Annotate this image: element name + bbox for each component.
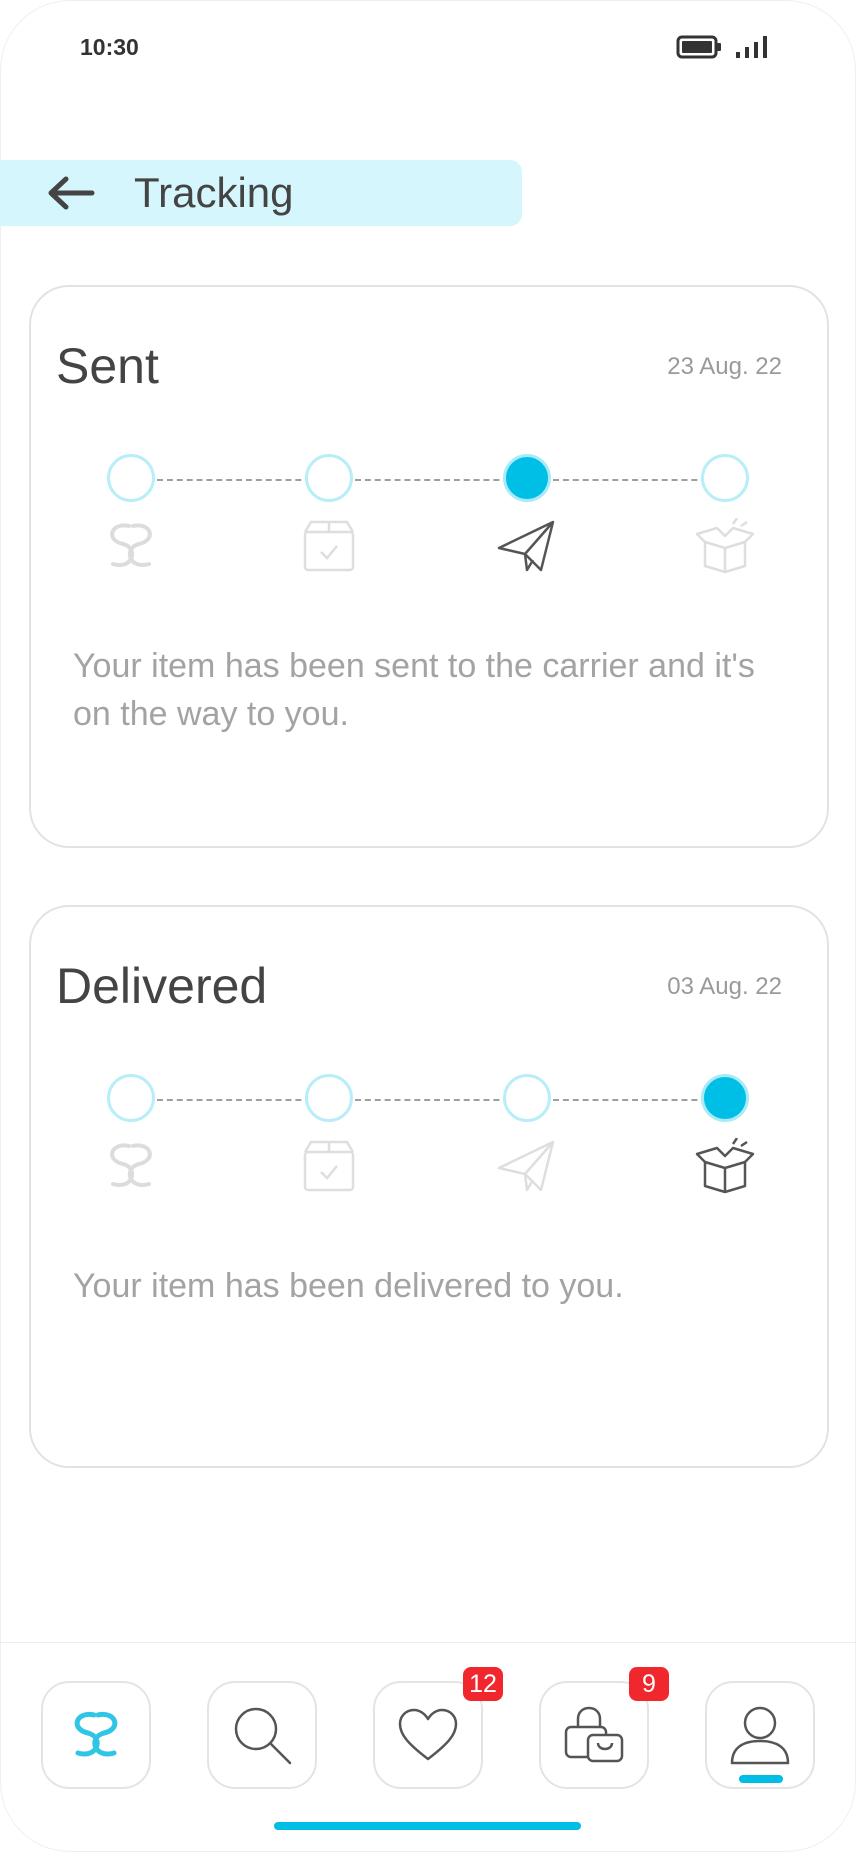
nav-home-button[interactable] xyxy=(41,1681,151,1789)
active-tab-indicator xyxy=(739,1775,783,1783)
nav-bag-button[interactable]: 9 xyxy=(539,1667,669,1789)
nav-profile-button[interactable] xyxy=(705,1681,815,1789)
card-title: Delivered xyxy=(56,958,268,1014)
card-message: Your item has been sent to the carrier a… xyxy=(73,647,755,733)
box-check-icon xyxy=(303,520,355,572)
back-arrow-icon[interactable] xyxy=(46,174,96,212)
box-check-icon xyxy=(303,1140,355,1192)
home-indicator[interactable] xyxy=(274,1822,581,1830)
step-dot-1 xyxy=(107,454,155,502)
signal-icon xyxy=(736,36,767,58)
favorites-badge: 12 xyxy=(463,1667,503,1701)
home-logo-icon xyxy=(74,1711,118,1757)
card-date: 23 Aug. 22 xyxy=(667,353,782,380)
status-time: 10:30 xyxy=(80,34,139,60)
open-box-icon xyxy=(695,1138,755,1194)
card-date: 03 Aug. 22 xyxy=(667,973,782,1000)
step-dot-4 xyxy=(701,454,749,502)
step-dot-2 xyxy=(305,454,353,502)
status-icons xyxy=(676,34,770,60)
header-bar: Tracking xyxy=(0,160,522,226)
progress-steps xyxy=(31,1072,831,1194)
logo-icon xyxy=(110,1143,152,1188)
step-dot-2 xyxy=(305,1074,353,1122)
step-dot-4-active xyxy=(701,1074,749,1122)
card-title: Sent xyxy=(56,338,159,394)
tracking-card-sent: Sent 23 Aug. 22 Your item has been sent … xyxy=(29,285,829,848)
tracking-card-delivered: Delivered 03 Aug. 22 Your item has been … xyxy=(29,905,829,1468)
logo-icon xyxy=(110,523,152,568)
open-box-icon xyxy=(695,518,755,574)
heart-icon xyxy=(398,1708,458,1761)
paper-plane-icon xyxy=(497,1140,555,1192)
profile-icon xyxy=(730,1706,790,1765)
phone-screen: 10:30 Tracking Sent 23 Aug. 22 Your item… xyxy=(0,0,856,1852)
card-message: Your item has been delivered to you. xyxy=(73,1267,624,1305)
search-icon xyxy=(234,1707,292,1765)
step-dot-3 xyxy=(503,1074,551,1122)
bottom-navigation: 12 9 xyxy=(0,1642,856,1852)
step-dot-1 xyxy=(107,1074,155,1122)
nav-search-button[interactable] xyxy=(207,1681,317,1789)
progress-steps xyxy=(31,452,831,574)
step-dot-3-active xyxy=(503,454,551,502)
bag-badge: 9 xyxy=(629,1667,669,1701)
page-title: Tracking xyxy=(134,169,294,216)
nav-favorites-button[interactable]: 12 xyxy=(373,1667,503,1789)
shopping-bag-icon xyxy=(564,1706,624,1763)
battery-icon xyxy=(676,35,721,59)
paper-plane-icon xyxy=(497,520,555,572)
